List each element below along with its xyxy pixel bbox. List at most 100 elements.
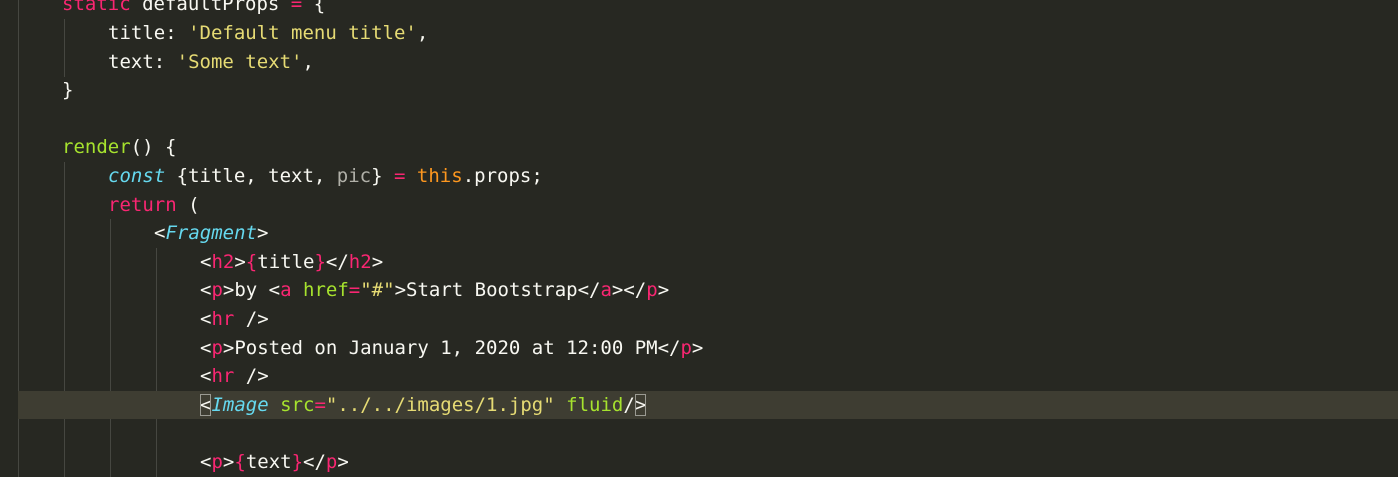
code-token: p — [680, 336, 692, 359]
code-token: / — [623, 393, 635, 416]
code-token: > — [222, 451, 235, 473]
code-token: () { — [130, 136, 177, 159]
code-token: , — [302, 50, 314, 73]
code-token: a — [280, 279, 292, 302]
code-token: { — [245, 250, 258, 273]
code-token: Fragment — [165, 222, 257, 245]
code-line[interactable]: } — [0, 76, 1398, 105]
code-token: return — [108, 193, 177, 216]
code-text: render() { — [62, 133, 176, 162]
code-token: static — [62, 0, 131, 16]
code-text: const {title, text, pic} = this.props; — [108, 162, 543, 191]
code-token: p — [325, 451, 338, 473]
code-token: p — [211, 451, 223, 473]
code-token: , — [416, 22, 429, 44]
code-token: { — [234, 451, 246, 473]
code-line[interactable] — [0, 419, 1398, 448]
code-text: <Fragment> — [154, 219, 268, 248]
code-token: this — [416, 165, 463, 187]
code-token: /> — [234, 365, 269, 388]
code-token: < — [200, 451, 212, 473]
code-line[interactable] — [0, 105, 1398, 134]
code-token: title: — [108, 22, 189, 44]
code-token: ></ — [611, 279, 647, 302]
code-token: src — [280, 393, 315, 416]
code-token: > — [234, 250, 246, 273]
code-token: < — [200, 279, 212, 302]
bracket-match: < — [200, 393, 212, 416]
code-token: >Posted on January 1, 2020 at 12:00 PM</ — [222, 336, 681, 359]
code-token: 'Some text' — [176, 50, 303, 73]
code-token: < — [200, 250, 212, 273]
code-token: pic — [336, 165, 372, 187]
active-code-line[interactable]: <Image src="../../images/1.jpg" fluid/> — [18, 390, 1398, 420]
code-token: {title, text, — [165, 165, 337, 187]
bracket-match: > — [634, 393, 647, 416]
code-token: const — [108, 165, 166, 187]
code-token: p — [646, 279, 658, 302]
code-token: < — [200, 336, 212, 359]
code-token: </ — [325, 250, 349, 273]
code-token: > — [691, 336, 704, 359]
code-text: <p>by <a href="#">Start Bootstrap</a></p… — [200, 276, 669, 305]
code-text: <h2>{title}</h2> — [200, 248, 383, 277]
code-token: </ — [303, 451, 326, 473]
code-line[interactable]: <hr /> — [0, 305, 1398, 334]
code-editor[interactable]: static defaultProps = {title: 'Default m… — [0, 0, 1398, 477]
code-token: >Start Bootstrap</ — [394, 279, 601, 302]
code-token: fluid — [566, 393, 624, 416]
code-text: static defaultProps = { — [62, 0, 325, 19]
code-token: < — [154, 222, 166, 245]
code-line[interactable]: <p>{text}</p> — [0, 448, 1398, 477]
code-token: { — [302, 0, 326, 16]
code-text: return ( — [108, 191, 200, 220]
code-token: 'Default menu title' — [188, 22, 417, 44]
code-line[interactable]: text: 'Some text', — [0, 48, 1398, 77]
code-token: = — [290, 0, 303, 16]
code-token: < — [200, 365, 212, 388]
code-text: <hr /> — [200, 305, 269, 334]
code-token: > — [371, 250, 384, 273]
code-line[interactable]: <Fragment> — [0, 219, 1398, 248]
code-token: p — [211, 336, 223, 359]
code-line[interactable]: <p>by <a href="#">Start Bootstrap</a></p… — [0, 276, 1398, 305]
code-token: a — [600, 279, 612, 302]
code-line[interactable]: <h2>{title}</h2> — [0, 248, 1398, 277]
code-token: ( — [176, 193, 200, 216]
code-line[interactable]: return ( — [0, 191, 1398, 220]
code-token: h2 — [211, 250, 235, 273]
code-text: <hr /> — [200, 362, 269, 391]
code-text: text: 'Some text', — [108, 48, 314, 77]
code-token: > — [657, 279, 670, 302]
code-token: } — [314, 250, 326, 273]
code-line[interactable]: <p>Posted on January 1, 2020 at 12:00 PM… — [0, 334, 1398, 363]
code-token: } — [291, 451, 304, 473]
code-token: } — [371, 165, 395, 187]
code-token: title — [257, 250, 315, 273]
code-token: render — [62, 136, 131, 159]
code-token: = — [314, 393, 326, 416]
code-token: < — [200, 308, 212, 330]
code-token: "../../images/1.jpg" — [325, 393, 555, 416]
code-text: <p>Posted on January 1, 2020 at 12:00 PM… — [200, 334, 703, 363]
code-text: <Image src="../../images/1.jpg" fluid/> — [200, 391, 647, 420]
code-token: "#" — [360, 279, 395, 302]
code-line[interactable]: const {title, text, pic} = this.props; — [0, 162, 1398, 191]
code-line[interactable]: title: 'Default menu title', — [0, 19, 1398, 48]
code-token: text: — [108, 50, 177, 73]
code-line[interactable]: static defaultProps = { — [0, 0, 1398, 19]
code-line[interactable]: render() { — [0, 133, 1398, 162]
code-text: title: 'Default menu title', — [108, 19, 428, 48]
code-token: = — [394, 165, 406, 187]
code-token: Image — [211, 393, 269, 416]
code-text: } — [62, 76, 73, 105]
code-token: > — [256, 222, 269, 245]
code-line[interactable]: <hr /> — [0, 362, 1398, 391]
code-token: href — [303, 279, 349, 302]
code-token: = — [348, 279, 361, 302]
code-token: hr — [211, 308, 235, 330]
